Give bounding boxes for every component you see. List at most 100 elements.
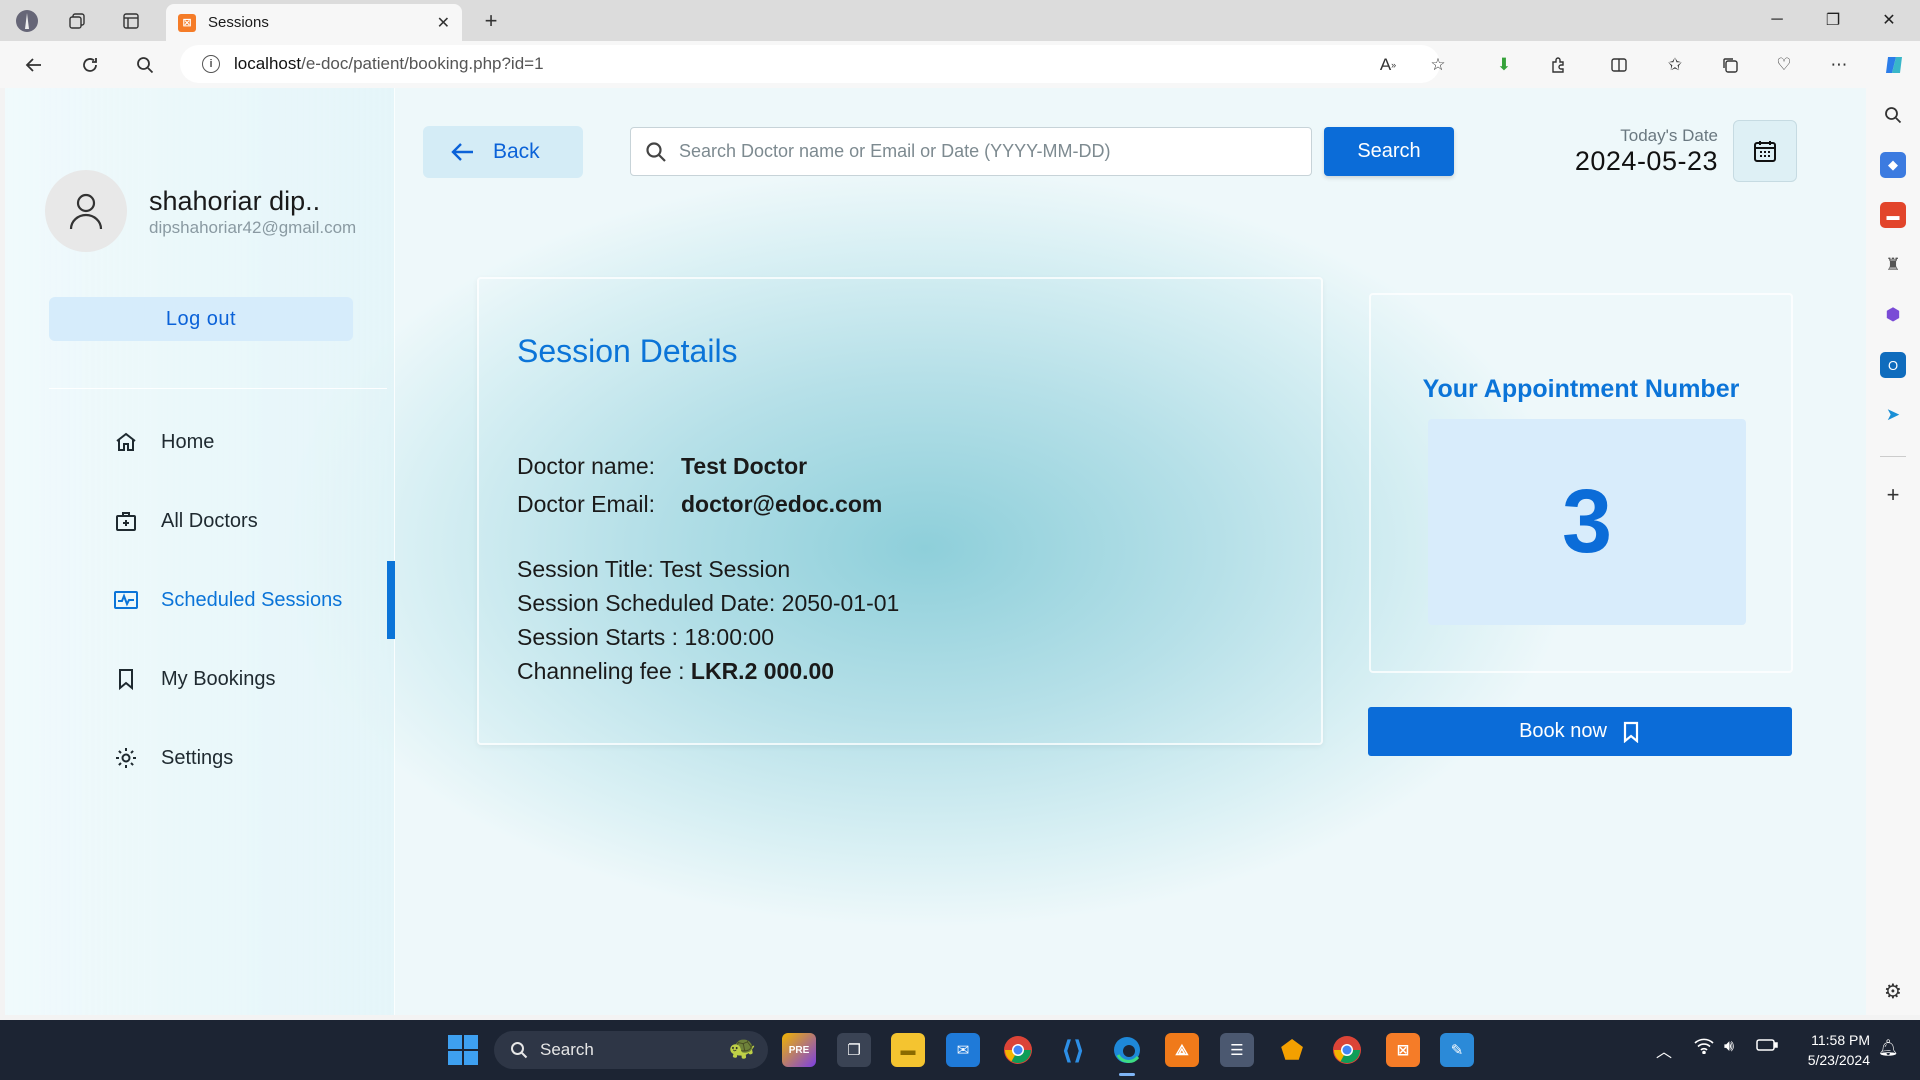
chrome-icon[interactable] [1001,1033,1035,1067]
gear-icon [113,745,139,771]
paint-icon[interactable]: ✎ [1440,1033,1474,1067]
session-details-heading: Session Details [517,333,738,369]
new-tab-icon[interactable]: + [478,8,504,34]
menu-item-scheduled-sessions[interactable]: Scheduled Sessions [113,580,342,620]
file-explorer-icon[interactable]: ▬ [891,1033,925,1067]
menu-label-my-bookings: My Bookings [161,667,276,690]
home-icon [113,429,139,455]
read-aloud-icon[interactable]: A» [1376,53,1400,77]
tab-sessions[interactable]: ⊠ Sessions ✕ [166,4,462,41]
download-extension-icon[interactable]: ⬇ [1492,53,1516,77]
menu-item-settings[interactable]: Settings [113,738,233,778]
games-icon[interactable]: ♜ [1880,252,1906,278]
avatar [45,170,127,252]
schedule-pulse-icon [113,587,139,613]
copilot-icon[interactable] [1882,53,1906,77]
split-screen-icon[interactable] [1607,53,1631,77]
clock-date: 5/23/2024 [1807,1052,1870,1068]
notifications-icon[interactable]: 🔔︎ [1878,1038,1898,1058]
edge-sidebar: ◆ ▬ ♜ ⬢ O ➤ + ⚙ [1866,88,1920,1015]
search-input[interactable] [679,141,1311,162]
vscode-icon[interactable]: ⟨⟩ [1056,1033,1090,1067]
back-nav-icon[interactable] [20,51,48,79]
book-now-button[interactable]: Book now [1368,707,1792,756]
minimize-icon[interactable]: ─ [1762,6,1792,34]
taskbar-search[interactable]: Search 🐢 [494,1031,768,1069]
page-content: shahoriar dip.. dipshahoriar42@gmail.com… [5,88,1866,1015]
menu-divider [49,388,387,389]
mail-icon[interactable]: ✉ [946,1033,980,1067]
add-sidebar-app-icon[interactable]: + [1880,482,1906,508]
orange-app-icon[interactable]: ⟁ [1165,1033,1199,1067]
wifi-icon[interactable] [1694,1038,1714,1059]
browser-essentials-icon[interactable]: ♡ [1772,53,1796,77]
outlook-icon[interactable]: O [1880,352,1906,378]
menu-item-my-bookings[interactable]: My Bookings [113,659,276,699]
windows-start-icon[interactable] [448,1035,478,1065]
more-options-icon[interactable]: ⋯ [1827,53,1851,77]
doctor-email-value: doctor@edoc.com [681,491,883,517]
edge-icon[interactable] [1110,1033,1144,1076]
taskbar-search-icon [511,1042,528,1059]
search-nav-icon[interactable] [131,51,159,79]
bookmark-icon [1621,721,1641,743]
xampp-icon[interactable]: ⊠ [1386,1033,1420,1067]
today-date-value: 2024-05-23 [1574,146,1718,176]
favorites-icon[interactable]: ✩ [1663,53,1687,77]
refresh-icon[interactable] [76,51,104,79]
doctor-email-row: Doctor Email: doctor@edoc.com [517,491,882,518]
tab-actions-icon[interactable] [118,8,144,34]
tab-title: Sessions [208,14,269,31]
session-starts-row: Session Starts : 18:00:00 [517,624,774,650]
xampp-favicon-icon: ⊠ [178,13,196,32]
active-menu-indicator [387,561,395,639]
appointment-number-value: 3 [1428,419,1746,625]
doctor-name-row: Doctor name: Test Doctor [517,453,807,480]
search-icon [646,141,666,162]
session-details-card: Session Details Doctor name: Test Doctor … [477,277,1323,745]
pentagon-app-icon[interactable]: ⬟ [1275,1033,1309,1067]
calendar-button[interactable] [1733,120,1797,182]
search-button[interactable]: Search [1324,127,1454,176]
doctor-email-label: Doctor Email: [517,491,656,517]
menu-label-scheduled-sessions: Scheduled Sessions [161,588,343,611]
send-icon[interactable]: ➤ [1880,402,1906,428]
extensions-icon[interactable] [1546,53,1570,77]
close-tab-icon[interactable]: ✕ [437,13,450,33]
medical-bag-icon [113,508,139,534]
turtle-icon: 🐢 [728,1035,756,1060]
session-title-row: Session Title: Test Session [517,556,791,582]
chrome-profile-icon[interactable] [1330,1033,1364,1067]
profile-icon[interactable] [14,8,40,34]
volume-icon[interactable]: 🔊︎ [1724,1038,1734,1056]
task-view-icon[interactable]: ❐ [837,1033,871,1067]
show-hidden-icons-icon[interactable]: ︿ [1656,1038,1672,1062]
sidebar-search-icon[interactable] [1880,102,1906,128]
server-manager-icon[interactable]: ☰ [1220,1033,1254,1067]
microsoft365-icon[interactable]: ⬢ [1880,302,1906,328]
sidebar-settings-icon[interactable]: ⚙ [1880,978,1906,1004]
taskbar-clock[interactable]: 11:58 PM 5/23/2024 [1790,1030,1870,1070]
shopping-tag-icon[interactable]: ◆ [1880,152,1906,178]
back-button[interactable]: Back [423,126,583,178]
site-info-icon[interactable]: i [202,55,220,73]
battery-icon[interactable] [1756,1038,1778,1057]
appointment-number-heading: Your Appointment Number [1422,375,1740,403]
profile-email: dipshahoriar42@gmail.com [149,218,357,237]
collections-icon[interactable] [1718,53,1742,77]
favorite-star-icon[interactable]: ☆ [1426,53,1450,77]
channeling-fee-row: Channeling fee : LKR.2 000.00 [517,658,834,685]
menu-item-home[interactable]: Home [113,422,214,462]
today-date-label: Today's Date [1620,126,1718,145]
logout-button[interactable]: Log out [49,297,353,341]
widgets-pre-icon[interactable]: PRE [782,1033,816,1067]
close-window-icon[interactable]: ✕ [1874,6,1904,34]
tools-briefcase-icon[interactable]: ▬ [1880,202,1906,228]
sidebar-divider [1880,456,1906,457]
url-field[interactable]: i localhost/e-doc/patient/booking.php?id… [180,45,1440,83]
appointment-number-card: Your Appointment Number 3 [1369,293,1793,673]
channeling-fee-value: LKR.2 000.00 [690,658,835,684]
restore-icon[interactable]: ❐ [1818,6,1848,34]
workspaces-icon[interactable] [64,8,90,34]
menu-item-all-doctors[interactable]: All Doctors [113,501,258,541]
